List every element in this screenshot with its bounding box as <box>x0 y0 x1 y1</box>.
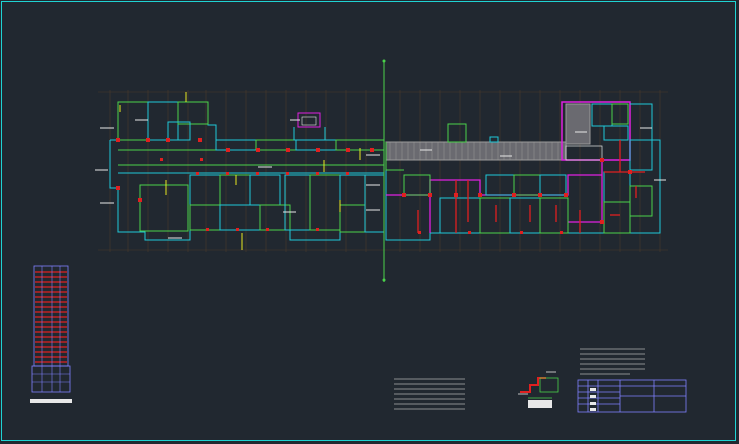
cad-canvas <box>30 59 687 413</box>
dimension-ticks-left <box>119 92 361 250</box>
cad-viewport[interactable] <box>0 0 739 444</box>
room-labels-left <box>95 119 380 239</box>
title-block[interactable] <box>577 379 687 413</box>
legend-columns <box>41 266 61 392</box>
vertical-section-line[interactable] <box>382 59 386 283</box>
revision-notes[interactable] <box>580 348 645 375</box>
floor-plan-right[interactable] <box>366 101 666 241</box>
stair-detail[interactable] <box>518 371 559 408</box>
general-notes[interactable] <box>394 378 465 410</box>
floor-plan-left[interactable] <box>95 92 385 250</box>
legend-rows <box>35 271 67 363</box>
schedule-legend[interactable] <box>30 265 72 403</box>
